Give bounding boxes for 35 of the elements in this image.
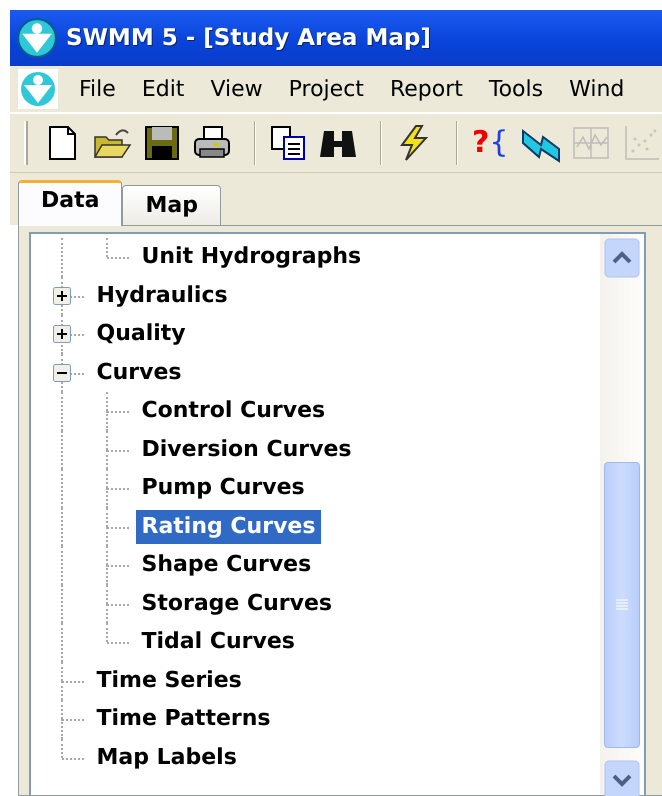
- menu-item[interactable]: Wind: [556, 76, 638, 102]
- menu-item[interactable]: File: [66, 76, 129, 102]
- scroll-down-icon[interactable]: [604, 760, 640, 796]
- grip-icon: [615, 598, 629, 612]
- scroll-up-icon[interactable]: [604, 238, 640, 278]
- menu-item[interactable]: Report: [376, 76, 476, 102]
- scroll-thumb[interactable]: [604, 462, 640, 748]
- tab[interactable]: Data: [18, 180, 122, 226]
- app-logo-icon: [16, 17, 58, 59]
- tree-item[interactable]: Quality: [90, 317, 192, 352]
- tree-item[interactable]: Tidal Curves: [136, 625, 301, 660]
- copy-icon[interactable]: [268, 123, 308, 163]
- tree-item[interactable]: Unit Hydrographs: [136, 240, 368, 274]
- window-title: SWMM 5 - [Study Area Map]: [66, 25, 431, 51]
- menu-item[interactable]: View: [197, 76, 276, 102]
- menu-item[interactable]: Tools: [476, 76, 556, 102]
- query-button[interactable]: ?{: [470, 123, 510, 163]
- tree-item[interactable]: Shape Curves: [136, 548, 318, 582]
- tree-item[interactable]: Hydraulics: [90, 278, 234, 313]
- tab[interactable]: Map: [122, 185, 221, 225]
- tree-item[interactable]: Curves: [90, 356, 188, 390]
- tree-item[interactable]: Time Patterns: [90, 702, 276, 736]
- expand-icon[interactable]: [52, 325, 70, 343]
- tree-item[interactable]: Storage Curves: [136, 586, 338, 621]
- expand-icon[interactable]: [52, 286, 70, 304]
- tree-item[interactable]: Rating Curves: [136, 510, 322, 544]
- tree-item[interactable]: Time Series: [90, 664, 248, 698]
- menu-item[interactable]: Edit: [128, 76, 198, 102]
- tree-item[interactable]: Pump Curves: [136, 471, 311, 506]
- collapse-icon[interactable]: [52, 364, 70, 382]
- tree-item[interactable]: Control Curves: [136, 394, 332, 428]
- tree-item[interactable]: Diversion Curves: [136, 432, 358, 467]
- menu-item[interactable]: Project: [276, 76, 377, 102]
- tree-item[interactable]: Map Labels: [90, 740, 243, 775]
- scrollbar[interactable]: [600, 232, 646, 795]
